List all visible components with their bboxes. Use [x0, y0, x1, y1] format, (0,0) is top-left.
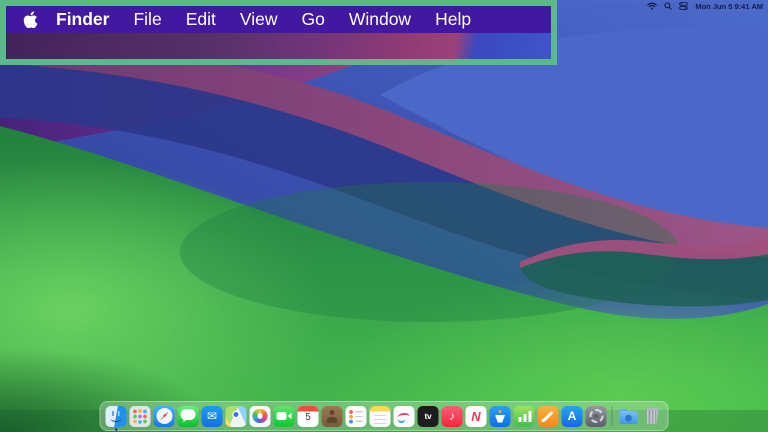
dock-item-finder[interactable] [106, 406, 127, 427]
menu-item-finder[interactable]: Finder [44, 6, 121, 33]
dock-item-tv[interactable]: tv [418, 406, 439, 427]
desktop: Mon Jun 5 9:41 AM Finder File Edit View … [0, 0, 768, 432]
dock-item-news[interactable]: N [466, 406, 487, 427]
dock-item-photos[interactable] [250, 406, 271, 427]
dock-item-notes[interactable] [370, 406, 391, 427]
magnified-menu-bar: Finder File Edit View Go Window Help [6, 6, 551, 33]
menu-item-go[interactable]: Go [289, 6, 336, 33]
menu-item-file[interactable]: File [121, 6, 173, 33]
calendar-day: 5 [305, 413, 311, 423]
dock-item-maps[interactable] [226, 406, 247, 427]
annotation-highlight-box: Finder File Edit View Go Window Help [0, 0, 557, 65]
dock-item-freeform[interactable] [394, 406, 415, 427]
dock-item-contacts[interactable] [322, 406, 343, 427]
dock-item-launchpad[interactable] [130, 406, 151, 427]
news-logo: N [471, 410, 480, 423]
menu-item-window[interactable]: Window [337, 6, 423, 33]
dock-item-keynote[interactable] [490, 406, 511, 427]
running-indicator [115, 428, 118, 431]
dock-item-facetime[interactable] [274, 406, 295, 427]
search-icon[interactable] [664, 2, 672, 10]
menu-bar-status-area: Mon Jun 5 9:41 AM [647, 0, 768, 12]
wifi-icon[interactable] [647, 2, 657, 10]
menu-bar-clock[interactable]: Mon Jun 5 9:41 AM [695, 2, 763, 11]
dock-item-reminders[interactable] [346, 406, 367, 427]
dock-item-messages[interactable] [178, 406, 199, 427]
mail-icon: ✉ [207, 410, 217, 422]
dock-separator [612, 406, 613, 426]
menu-item-view[interactable]: View [228, 6, 290, 33]
magnified-wallpaper-strip [6, 33, 551, 59]
menu-item-edit[interactable]: Edit [174, 6, 228, 33]
tv-logo: tv [425, 412, 432, 421]
appstore-logo: A [568, 410, 577, 422]
dock-item-system-settings[interactable] [586, 406, 607, 427]
dock-item-pages[interactable] [538, 406, 559, 427]
dock-item-music[interactable]: ♪ [442, 406, 463, 427]
menu-item-help[interactable]: Help [423, 6, 483, 33]
dock-item-mail[interactable]: ✉ [202, 406, 223, 427]
dock-item-appstore[interactable]: A [562, 406, 583, 427]
control-center-icon[interactable] [679, 2, 688, 10]
dock-item-safari[interactable] [154, 406, 175, 427]
apple-logo-icon[interactable] [23, 11, 38, 29]
dock-item-downloads-folder[interactable] [618, 406, 639, 427]
dock-item-numbers[interactable] [514, 406, 535, 427]
dock-item-trash[interactable] [642, 406, 663, 427]
dock-item-calendar[interactable]: 5 [298, 406, 319, 427]
music-note-icon: ♪ [449, 410, 455, 422]
dock: ✉ 5 tv ♪ N A [100, 401, 669, 431]
